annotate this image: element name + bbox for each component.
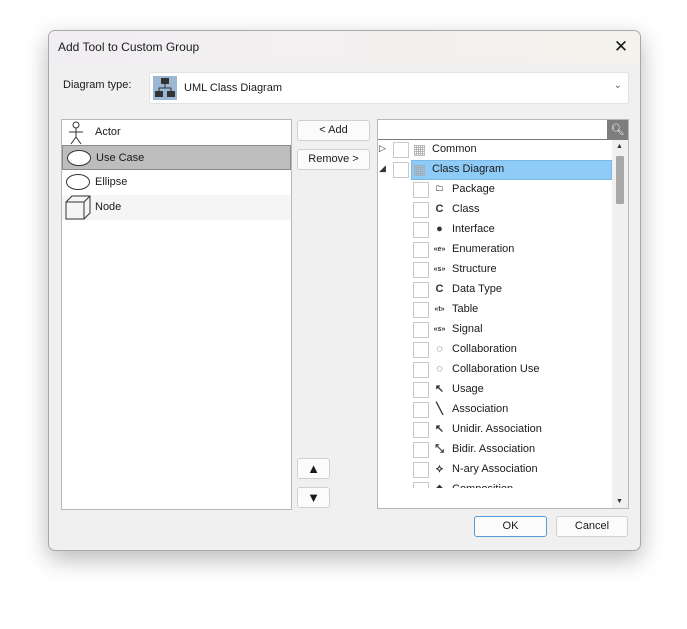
usage-icon: ↖ (434, 383, 445, 395)
tool-tree-panel: 🔍︎ ▷ ▦ Common ◢ ▦ Class Diagram 🗀 Packag… (377, 119, 629, 509)
interface-icon: ● (436, 223, 443, 235)
class-icon: C (435, 203, 444, 215)
tree-item[interactable]: «t» Table (378, 300, 612, 320)
list-item[interactable]: Node (62, 195, 291, 220)
tree-item[interactable]: ◌ Collaboration (378, 340, 612, 360)
close-icon[interactable]: ✕ (610, 36, 632, 58)
tree-item[interactable]: C Data Type (378, 280, 612, 300)
add-tool-dialog: Add Tool to Custom Group ✕ Diagram type:… (48, 30, 641, 551)
tree-item[interactable]: «s» Signal (378, 320, 612, 340)
scroll-down-icon[interactable]: ▼ (616, 498, 623, 505)
ellipse-icon (67, 150, 91, 166)
tree-item[interactable]: ◆ Composition (378, 480, 612, 488)
tree-item[interactable]: ↖ Usage (378, 380, 612, 400)
list-item[interactable]: Use Case (62, 145, 291, 170)
scrollbar[interactable]: ▲ ▼ (612, 140, 628, 508)
tree-item[interactable]: «s» Structure (378, 260, 612, 280)
bidir-association-icon: ⤡ (435, 443, 444, 455)
ok-button[interactable]: OK (474, 516, 547, 537)
tree-item[interactable]: ⤡ Bidir. Association (378, 440, 612, 460)
expanded-icon[interactable]: ◢ (379, 163, 386, 174)
data-type-icon: C (435, 283, 444, 295)
tree-item[interactable]: ● Interface (378, 220, 612, 240)
cancel-button[interactable]: Cancel (556, 516, 628, 537)
class-diagram-icon (153, 76, 177, 100)
collaboration-use-icon: ◌ (436, 363, 443, 375)
checkbox[interactable] (413, 302, 429, 318)
scrollbar-thumb[interactable] (616, 156, 624, 204)
tree-item[interactable]: ↖ Unidir. Association (378, 420, 612, 440)
move-up-button[interactable]: ▲ (297, 458, 330, 479)
signal-icon: «s» (433, 326, 446, 333)
checkbox[interactable] (393, 142, 409, 158)
list-item[interactable]: Ellipse (62, 170, 291, 195)
checkbox[interactable] (413, 242, 429, 258)
table-icon: «t» (434, 306, 445, 313)
association-icon: ╲ (436, 403, 443, 415)
tree-item[interactable]: ⟡ N-ary Association (378, 460, 612, 480)
ellipse-icon (66, 174, 90, 190)
checkbox[interactable] (413, 282, 429, 298)
checkbox[interactable] (413, 362, 429, 378)
tree-group[interactable]: ◢ ▦ Class Diagram (378, 160, 612, 180)
tree-item[interactable]: ╲ Association (378, 400, 612, 420)
checkbox[interactable] (413, 462, 429, 478)
enumeration-icon: «e» (433, 246, 446, 253)
checkbox[interactable] (413, 322, 429, 338)
nary-association-icon: ⟡ (435, 463, 444, 475)
tree-item[interactable]: C Class (378, 200, 612, 220)
checkbox[interactable] (413, 482, 429, 488)
composition-icon: ◆ (431, 481, 448, 488)
diagram-type-label: Diagram type: (63, 79, 132, 91)
tree-item[interactable]: ◌ Collaboration Use (378, 360, 612, 380)
checkbox[interactable] (393, 162, 409, 178)
group-icon: ▦ (412, 141, 427, 157)
tree-group[interactable]: ▷ ▦ Common (378, 140, 612, 160)
cube-icon (65, 195, 91, 220)
checkbox[interactable] (413, 442, 429, 458)
group-icon: ▦ (412, 161, 427, 177)
checkbox[interactable] (413, 342, 429, 358)
tree-item[interactable]: 🗀 Package (378, 180, 612, 200)
actor-icon (69, 121, 83, 145)
checkbox[interactable] (413, 262, 429, 278)
checkbox[interactable] (413, 402, 429, 418)
scroll-up-icon[interactable]: ▲ (616, 143, 623, 150)
structure-icon: «s» (433, 266, 446, 273)
list-item[interactable]: Actor (62, 120, 291, 145)
checkbox[interactable] (413, 182, 429, 198)
diagram-type-select[interactable]: UML Class Diagram ⌄ (149, 72, 629, 104)
title-bar: Add Tool to Custom Group ✕ (49, 31, 640, 63)
checkbox[interactable] (413, 202, 429, 218)
remove-button[interactable]: Remove > (297, 149, 370, 170)
tree-item[interactable]: «e» Enumeration (378, 240, 612, 260)
checkbox[interactable] (413, 222, 429, 238)
move-down-button[interactable]: ▼ (297, 487, 330, 508)
selected-tools-list[interactable]: Actor Use Case Ellipse Node (61, 119, 292, 510)
folder-icon: 🗀 (436, 186, 443, 193)
collaboration-icon: ◌ (436, 343, 443, 355)
chevron-down-icon: ⌄ (613, 80, 622, 91)
add-button[interactable]: < Add (297, 120, 370, 141)
collapsed-icon[interactable]: ▷ (379, 143, 386, 154)
checkbox[interactable] (413, 382, 429, 398)
unidir-association-icon: ↖ (434, 423, 445, 435)
checkbox[interactable] (413, 422, 429, 438)
diagram-type-value: UML Class Diagram (184, 82, 283, 94)
dialog-title: Add Tool to Custom Group (58, 40, 200, 54)
